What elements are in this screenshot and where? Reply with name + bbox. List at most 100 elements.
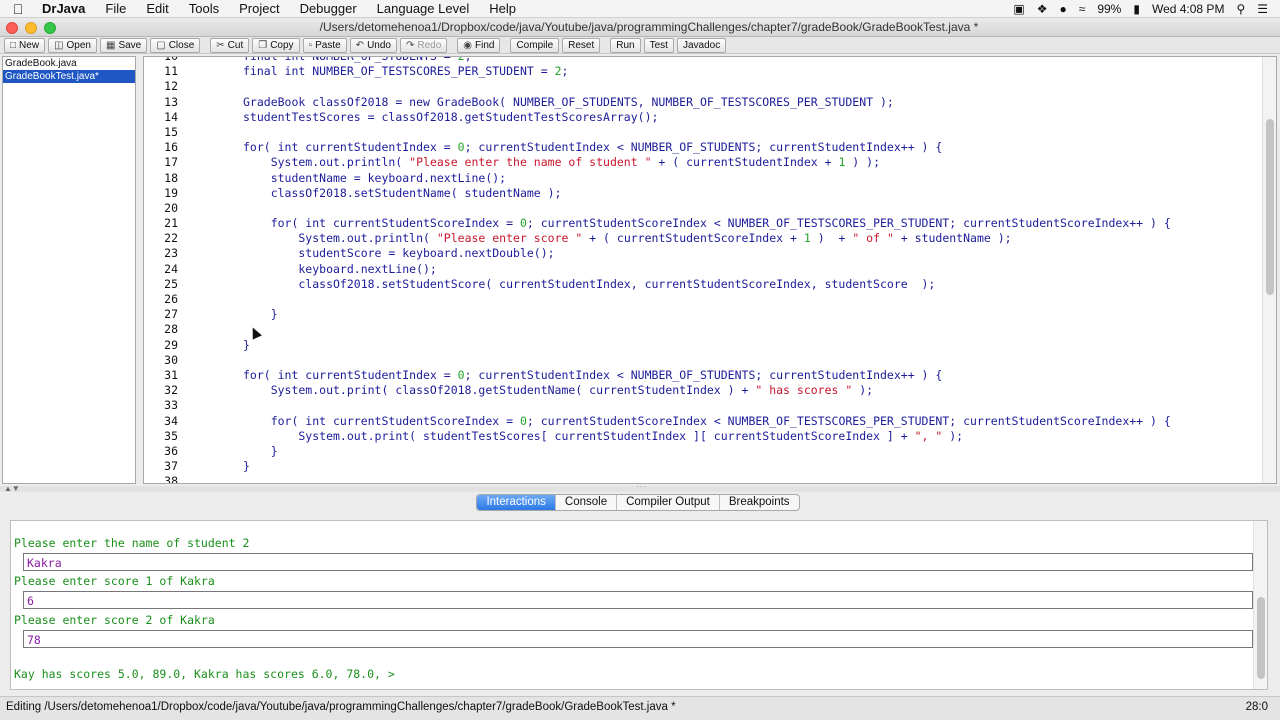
code-line[interactable]: 20 bbox=[144, 201, 1260, 216]
line-number: 29 bbox=[164, 337, 178, 352]
code-text: studentName = keyboard.nextLine(); bbox=[243, 170, 507, 185]
code-line[interactable]: 17 System.out.println( "Please enter the… bbox=[144, 155, 1260, 170]
redo-button[interactable]: ↷ Redo bbox=[399, 37, 448, 53]
code-text: for( int currentStudentScoreIndex = 0; c… bbox=[243, 413, 1171, 428]
line-number: 37 bbox=[164, 459, 178, 474]
code-text: final int NUMBER_OF_TESTSCORES_PER_STUDE… bbox=[243, 64, 569, 79]
redo-icon: ↷ bbox=[405, 39, 415, 51]
toolbar: □ New ◫ Open ▦ Save ▢ Close ✂ Cut ❐ Copy ▫ Past… bbox=[0, 37, 1280, 54]
code-line[interactable]: 26 bbox=[144, 292, 1260, 307]
code-text: classOf2018.setStudentScore( currentStud… bbox=[243, 276, 936, 291]
code-line[interactable]: 15 bbox=[144, 125, 1260, 140]
code-line[interactable]: 27 } bbox=[144, 307, 1260, 322]
system-menu-bar:  DrJava File Edit Tools Project Debugge… bbox=[0, 0, 1280, 18]
code-line[interactable]: 11 final int NUMBER_OF_TESTSCORES_PER_STU… bbox=[144, 64, 1260, 79]
line-number: 35 bbox=[164, 428, 178, 443]
code-text: keyboard.nextLine(); bbox=[243, 261, 437, 276]
menu-app-name[interactable]: DrJava bbox=[36, 0, 95, 18]
save-button[interactable]: ▦ Save bbox=[99, 37, 148, 53]
code-line[interactable]: 21 for( int currentStudentScoreIndex = 0… bbox=[144, 216, 1260, 231]
code-line[interactable]: 33 bbox=[144, 398, 1260, 413]
apple-icon[interactable]:  bbox=[0, 1, 36, 17]
code-text: } bbox=[243, 443, 278, 458]
menu-help[interactable]: Help bbox=[479, 0, 526, 18]
code-line[interactable]: 12 bbox=[144, 79, 1260, 94]
file-item-gradebooktest[interactable]: GradeBookTest.java* bbox=[3, 70, 135, 83]
line-number: 26 bbox=[164, 292, 178, 306]
line-number: 23 bbox=[164, 246, 178, 261]
clock[interactable]: Wed 4:08 PM bbox=[1152, 2, 1224, 16]
spotify-icon[interactable]: ● bbox=[1059, 2, 1066, 16]
code-line[interactable]: 29} bbox=[144, 338, 1260, 353]
code-line[interactable]: 35 System.out.print( studentTestScores[ … bbox=[144, 429, 1260, 444]
new-button[interactable]: □ New bbox=[4, 37, 46, 53]
code-line[interactable]: 18 studentName = keyboard.nextLine(); bbox=[144, 171, 1260, 186]
battery-icon[interactable]: ▮ bbox=[1133, 2, 1140, 16]
interactions-scrollbar-thumb[interactable] bbox=[1257, 597, 1265, 679]
collapse-arrows-icon[interactable]: ▲▼ bbox=[4, 484, 20, 493]
program-output[interactable]: Kay has scores 5.0, 89.0, Kakra has scor… bbox=[14, 667, 395, 681]
code-line[interactable]: 24 keyboard.nextLine(); bbox=[144, 262, 1260, 277]
find-button[interactable]: ◉ Find bbox=[457, 37, 501, 53]
bottom-pane-tabs: Interactions Console Compiler Output Bre… bbox=[476, 494, 800, 511]
code-line[interactable]: 14 studentTestScores = classOf2018.getStu… bbox=[144, 110, 1260, 125]
menu-project[interactable]: Project bbox=[229, 0, 289, 18]
tab-compiler-output[interactable]: Compiler Output bbox=[616, 495, 719, 510]
copy-button[interactable]: ❐ Copy bbox=[252, 37, 300, 53]
dropbox-icon[interactable]: ❖ bbox=[1037, 2, 1048, 16]
test-button[interactable]: Test bbox=[643, 37, 674, 53]
tab-breakpoints[interactable]: Breakpoints bbox=[718, 495, 799, 510]
battery-percent[interactable]: 99% bbox=[1097, 2, 1121, 16]
scissors-icon: ✂ bbox=[216, 39, 225, 51]
interactions-pane[interactable]: Please enter the name of student 2 Kakra… bbox=[10, 520, 1268, 690]
editor-scrollbar[interactable] bbox=[1262, 57, 1276, 483]
code-line[interactable]: 23 studentScore = keyboard.nextDouble(); bbox=[144, 246, 1260, 261]
tab-console[interactable]: Console bbox=[554, 495, 616, 510]
code-line[interactable]: 30 bbox=[144, 353, 1260, 368]
code-line[interactable]: 28 bbox=[144, 322, 1260, 337]
notification-center-icon[interactable]: ☰ bbox=[1257, 2, 1268, 16]
menu-debugger[interactable]: Debugger bbox=[290, 0, 367, 18]
splitter-grip-icon[interactable]: ··· bbox=[636, 482, 647, 491]
open-button[interactable]: ◫ Open bbox=[48, 37, 97, 53]
code-line[interactable]: 22 System.out.println( "Please enter sco… bbox=[144, 231, 1260, 246]
code-line[interactable]: 31 for( int currentStudentIndex = 0; curr… bbox=[144, 368, 1260, 383]
reset-button[interactable]: Reset bbox=[562, 37, 601, 53]
line-number: 34 bbox=[164, 413, 178, 428]
code-line[interactable]: 34 for( int currentStudentScoreIndex = 0… bbox=[144, 414, 1260, 429]
code-line[interactable]: 37} bbox=[144, 459, 1260, 474]
code-line[interactable]: 25 classOf2018.setStudentScore( currentS… bbox=[144, 277, 1260, 292]
code-editor[interactable]: 10 final int NUMBER_OF_STUDENTS = 2; 11 fin… bbox=[143, 56, 1277, 484]
run-button[interactable]: Run bbox=[610, 37, 641, 53]
menu-edit[interactable]: Edit bbox=[136, 0, 178, 18]
screen-record-icon[interactable]: ▣ bbox=[1013, 2, 1024, 16]
code-line[interactable]: 32 System.out.print( classOf2018.getStud… bbox=[144, 383, 1260, 398]
cut-button[interactable]: ✂ Cut bbox=[210, 37, 250, 53]
code-text: } bbox=[243, 459, 250, 474]
pane-splitter[interactable]: ▲▼ ··· bbox=[0, 482, 1280, 493]
close-button[interactable]: ▢ Close bbox=[150, 37, 201, 53]
spotlight-search-icon[interactable]: ⚲ bbox=[1236, 2, 1245, 16]
menu-tools[interactable]: Tools bbox=[179, 0, 229, 18]
new-file-icon: □ bbox=[10, 39, 17, 51]
wifi-icon[interactable]: ≈ bbox=[1079, 2, 1086, 16]
code-line[interactable]: 16 for( int currentStudentIndex = 0; curr… bbox=[144, 140, 1260, 155]
compile-button[interactable]: Compile bbox=[510, 37, 560, 53]
javadoc-button[interactable]: Javadoc bbox=[676, 37, 727, 53]
editor-scrollbar-thumb[interactable] bbox=[1266, 119, 1274, 295]
interactions-scrollbar[interactable] bbox=[1253, 521, 1267, 689]
undo-button[interactable]: ↶ Undo bbox=[349, 37, 397, 53]
paste-button[interactable]: ▫ Paste bbox=[302, 37, 347, 53]
code-line[interactable]: 10 final int NUMBER_OF_STUDENTS = 2; bbox=[144, 57, 1260, 64]
code-line[interactable]: 19 classOf2018.setStudentName( studentNa… bbox=[144, 186, 1260, 201]
status-file-path: Editing /Users/detomehenoa1/Dropbox/code… bbox=[6, 701, 676, 713]
code-line[interactable]: 38 bbox=[144, 474, 1260, 483]
code-line[interactable]: 36 } bbox=[144, 444, 1260, 459]
tab-interactions[interactable]: Interactions bbox=[477, 495, 555, 510]
file-item-gradebook[interactable]: GradeBook.java bbox=[3, 57, 135, 70]
code-line[interactable]: 13 GradeBook classOf2018 = new GradeBook(… bbox=[144, 95, 1260, 110]
menu-language-level[interactable]: Language Level bbox=[367, 0, 480, 18]
code-text: for( int currentStudentScoreIndex = 0; c… bbox=[243, 216, 1171, 231]
clipboard-icon: ▫ bbox=[308, 39, 313, 51]
menu-file[interactable]: File bbox=[95, 0, 136, 18]
